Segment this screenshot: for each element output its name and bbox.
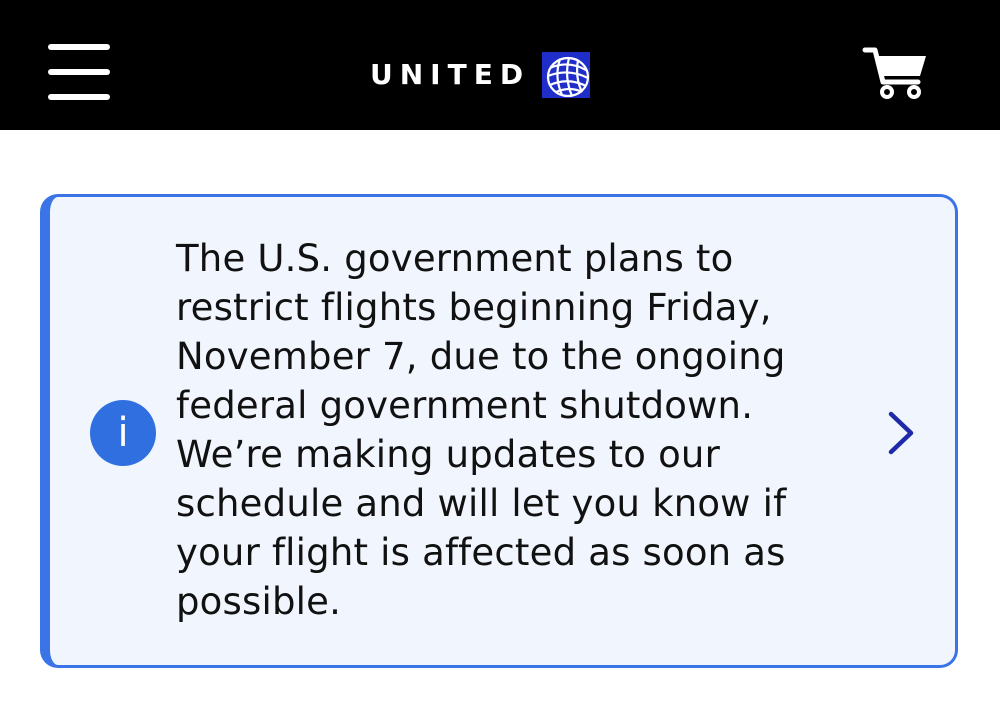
menu-bar-line [48,69,110,75]
hamburger-menu-icon[interactable] [48,44,110,100]
alert-message: The U.S. government plans to restrict fl… [176,237,787,623]
shopping-cart-icon[interactable] [862,44,930,100]
united-logo[interactable]: UNITED [370,52,591,98]
menu-bar-line [48,94,110,100]
menu-bar-line [48,44,110,50]
top-navigation-bar: UNITED [0,0,1000,130]
logo-wordmark: UNITED [370,58,531,91]
info-icon: i [90,400,156,466]
chevron-right-icon[interactable] [884,410,916,456]
globe-logo-icon [542,52,591,98]
